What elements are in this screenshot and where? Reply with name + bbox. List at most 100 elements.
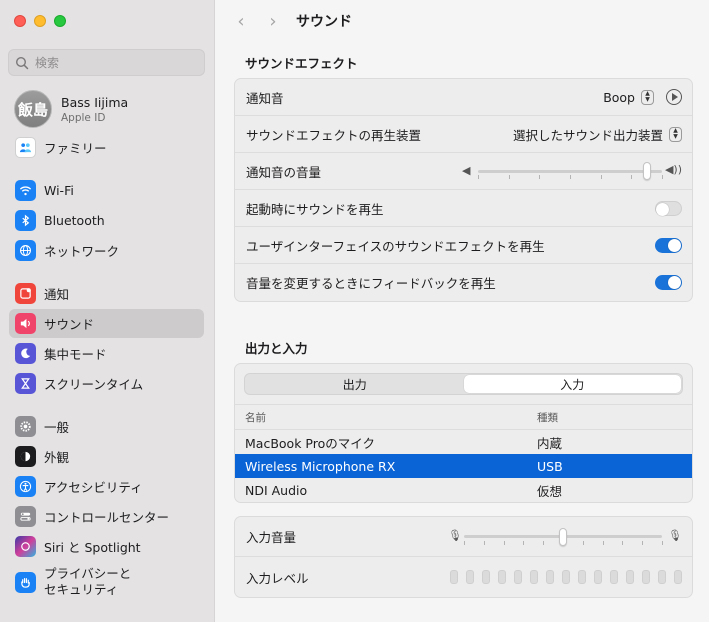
input-volume-slider[interactable]: 🎙 🎙 — [448, 527, 682, 546]
level-bar — [546, 570, 554, 584]
zoom-window-button[interactable] — [54, 15, 66, 27]
apple-id-profile[interactable]: 飯島 Bass Iijima Apple ID — [14, 90, 128, 128]
sidebar-item-label-line1: プライバシーと — [44, 565, 132, 581]
alert-sound-popup-chevron-icon[interactable]: ▲ ▼ — [641, 89, 654, 105]
level-bar — [594, 570, 602, 584]
siri-icon — [15, 536, 36, 557]
startup-sound-toggle[interactable] — [655, 200, 682, 216]
sidebar-item-family[interactable]: ファミリー — [9, 133, 204, 162]
sound-effects-card: 通知音 Boop ▲ ▼ サウンドエフェクトの再生装置 選択したサウンド出力装置 … — [234, 78, 693, 302]
slider-thumb[interactable] — [559, 527, 567, 546]
alert-volume-slider[interactable]: ◀ ◀)) — [462, 162, 682, 180]
device-type: 仮想 — [537, 483, 563, 499]
profile-subtitle: Apple ID — [61, 111, 106, 124]
slider-tick — [543, 540, 545, 545]
sidebar-item-label: Bluetooth — [44, 213, 105, 228]
input-level-label: 入力レベル — [246, 570, 309, 586]
sidebar-item-notifications[interactable]: 通知 — [9, 279, 204, 308]
level-bar — [466, 570, 474, 584]
slider-tick — [662, 540, 663, 545]
back-chevron-icon[interactable]: ‹ — [234, 11, 248, 32]
input-volume-label: 入力音量 — [246, 530, 297, 545]
slider-thumb[interactable] — [643, 162, 652, 180]
volume-feedback-label: 音量を変更するときにフィードバックを再生 — [246, 276, 496, 291]
close-window-button[interactable] — [14, 15, 26, 27]
input-level-meter — [450, 570, 682, 584]
volume-feedback-row: 音量を変更するときにフィードバックを再生 — [235, 264, 692, 301]
output-input-card: 出力 入力 名前 種類 MacBook Proのマイク 内蔵 Wireless … — [234, 363, 693, 503]
sidebar-item-focus[interactable]: 集中モード — [9, 339, 204, 368]
volume-feedback-toggle[interactable] — [655, 275, 682, 290]
output-input-segmented-control: 出力 入力 — [244, 373, 683, 395]
bell-icon — [15, 283, 36, 304]
output-device-popup-chevron-icon[interactable]: ▲ ▼ — [669, 126, 682, 142]
window-controls — [14, 15, 66, 27]
sidebar-item-label: Siri と Spotlight — [44, 540, 141, 555]
level-bar — [674, 570, 682, 584]
slider-tick — [464, 540, 465, 545]
tab-input[interactable]: 入力 — [463, 375, 681, 393]
slider-track — [478, 169, 662, 173]
slider-tick — [478, 175, 479, 179]
sidebar-item-label: コントロールセンター — [44, 510, 170, 525]
input-volume-row: 入力音量 🎙 🎙 — [235, 517, 692, 557]
sidebar-item-general[interactable]: 一般 — [9, 412, 204, 441]
device-name: NDI Audio — [245, 482, 308, 498]
tab-output[interactable]: 出力 — [246, 375, 464, 393]
family-icon — [15, 137, 36, 158]
table-row[interactable]: Wireless Microphone RX USB — [235, 454, 692, 478]
minimize-window-button[interactable] — [34, 15, 46, 27]
ui-sound-effects-toggle[interactable] — [655, 237, 682, 253]
sidebar-item-label: 集中モード — [44, 347, 107, 362]
sidebar-item-accessibility[interactable]: アクセシビリティ — [9, 472, 204, 501]
sidebar-item-appearance[interactable]: 外観 — [9, 442, 204, 471]
sidebar-item-label: ネットワーク — [44, 244, 120, 259]
sidebar-item-wifi[interactable]: Wi-Fi — [9, 176, 204, 205]
output-device-value[interactable]: 選択したサウンド出力装置 — [513, 125, 663, 144]
column-header-name[interactable]: 名前 — [235, 410, 537, 425]
sidebar-item-privacy-security[interactable]: プライバシーと セキュリティ — [9, 563, 204, 601]
globe-icon — [15, 240, 36, 261]
level-bar — [450, 570, 458, 584]
bluetooth-icon — [15, 210, 36, 231]
search-placeholder: 検索 — [35, 56, 60, 70]
search-input[interactable]: 検索 — [8, 49, 205, 76]
speaker-low-icon: ◀ — [462, 164, 471, 177]
sidebar-item-label: ファミリー — [44, 141, 107, 156]
device-name: MacBook Proのマイク — [245, 435, 375, 451]
sidebar-item-network[interactable]: ネットワーク — [9, 236, 204, 265]
main-pane: ‹ › サウンド サウンドエフェクト 通知音 Boop ▲ ▼ サウンドエフェクト… — [216, 0, 709, 622]
level-bar — [642, 570, 650, 584]
startup-sound-label: 起動時にサウンドを再生 — [246, 201, 384, 217]
sidebar-item-label-line2: セキュリティ — [44, 582, 119, 597]
sidebar-item-label: Wi-Fi — [44, 183, 74, 198]
hourglass-icon — [15, 373, 36, 394]
table-row[interactable]: MacBook Proのマイク 内蔵 — [235, 430, 692, 454]
sidebar-item-siri-spotlight[interactable]: Siri と Spotlight — [9, 532, 204, 561]
profile-name: Bass Iijima — [61, 94, 129, 110]
slider-tick — [662, 175, 663, 179]
sidebar-item-screen-time[interactable]: スクリーンタイム — [9, 369, 204, 398]
microphone-low-icon: 🎙 — [448, 528, 462, 542]
sidebar-item-control-center[interactable]: コントロールセンター — [9, 502, 204, 531]
forward-chevron-icon[interactable]: › — [266, 11, 280, 32]
alert-sound-value[interactable]: Boop — [603, 90, 635, 105]
table-row[interactable]: NDI Audio 仮想 — [235, 478, 692, 502]
slider-tick — [602, 540, 604, 545]
sidebar-item-label: 通知 — [44, 287, 70, 302]
play-icon[interactable] — [666, 89, 682, 105]
moon-icon — [15, 343, 36, 364]
sidebar-item-sound[interactable]: サウンド — [9, 309, 204, 338]
input-volume-card: 入力音量 🎙 🎙 入力レベル — [234, 516, 693, 598]
column-header-type[interactable]: 種類 — [537, 410, 692, 425]
speaker-icon — [15, 313, 36, 334]
page-title: サウンド — [296, 14, 352, 30]
input-level-row: 入力レベル — [235, 557, 692, 597]
appearance-icon — [15, 446, 36, 467]
output-device-row: サウンドエフェクトの再生装置 選択したサウンド出力装置 ▲ ▼ — [235, 116, 692, 153]
alert-sound-label: 通知音 — [246, 90, 284, 106]
slider-tick — [642, 540, 644, 545]
sidebar: 検索 飯島 Bass Iijima Apple ID ファミリー Wi-Fi B… — [0, 0, 215, 622]
sidebar-item-bluetooth[interactable]: Bluetooth — [9, 206, 204, 235]
alert-sound-row: 通知音 Boop ▲ ▼ — [235, 79, 692, 116]
